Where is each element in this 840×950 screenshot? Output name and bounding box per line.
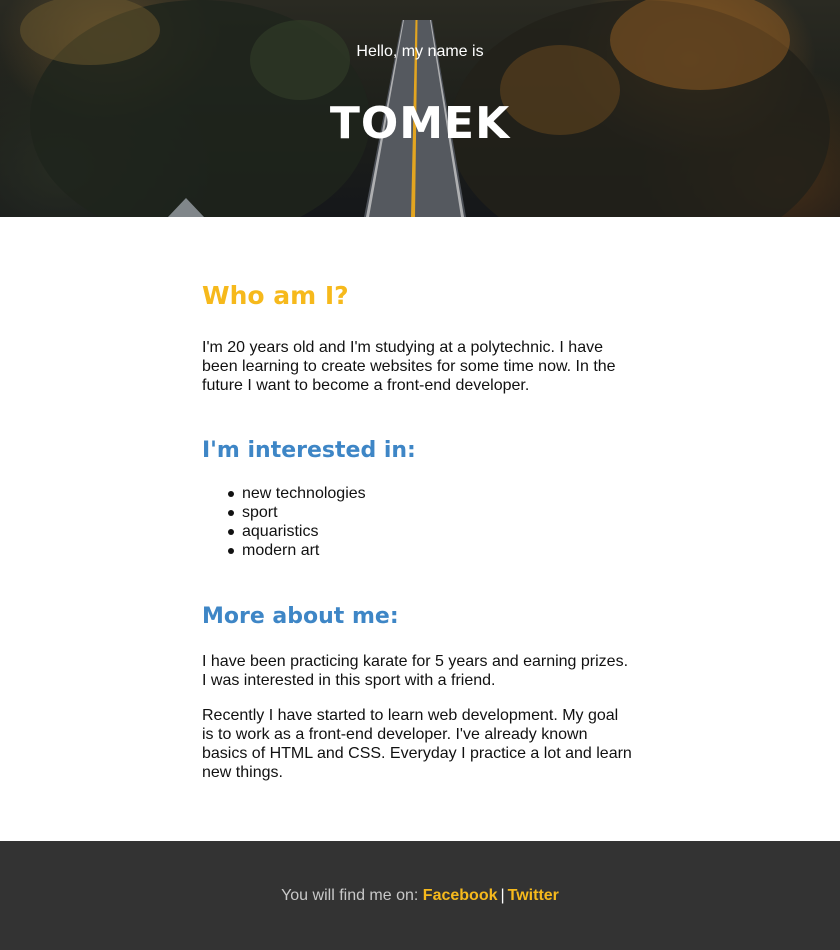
about-paragraph: I'm 20 years old and I'm studying at a p… xyxy=(202,339,616,394)
about-heading: Who am I? xyxy=(202,281,349,310)
hero-greeting: Hello, my name is xyxy=(356,43,484,60)
hero-banner: Hello, my name is TOMEK xyxy=(0,0,840,217)
interests-list: new technologies sport aquaristics moder… xyxy=(228,484,366,560)
twitter-link[interactable]: Twitter xyxy=(508,887,559,904)
hero-name-title: TOMEK xyxy=(329,98,511,149)
interest-item: modern art xyxy=(228,541,366,560)
interests-heading: I'm interested in: xyxy=(202,438,416,463)
more-paragraph-webdev: Recently I have started to learn web dev… xyxy=(202,707,632,781)
more-heading: More about me: xyxy=(202,604,399,629)
footer-separator: | xyxy=(500,887,505,904)
footer: You will find me on: Facebook | Twitter xyxy=(0,841,840,950)
footer-prefix: You will find me on: xyxy=(281,887,419,904)
more-paragraph-karate: I have been practicing karate for 5 year… xyxy=(202,653,629,689)
facebook-link[interactable]: Facebook xyxy=(423,887,498,904)
interest-item: aquaristics xyxy=(228,522,366,541)
interest-item: sport xyxy=(228,503,366,522)
footer-social-line: You will find me on: Facebook | Twitter xyxy=(0,887,840,905)
interest-item: new technologies xyxy=(228,485,366,502)
